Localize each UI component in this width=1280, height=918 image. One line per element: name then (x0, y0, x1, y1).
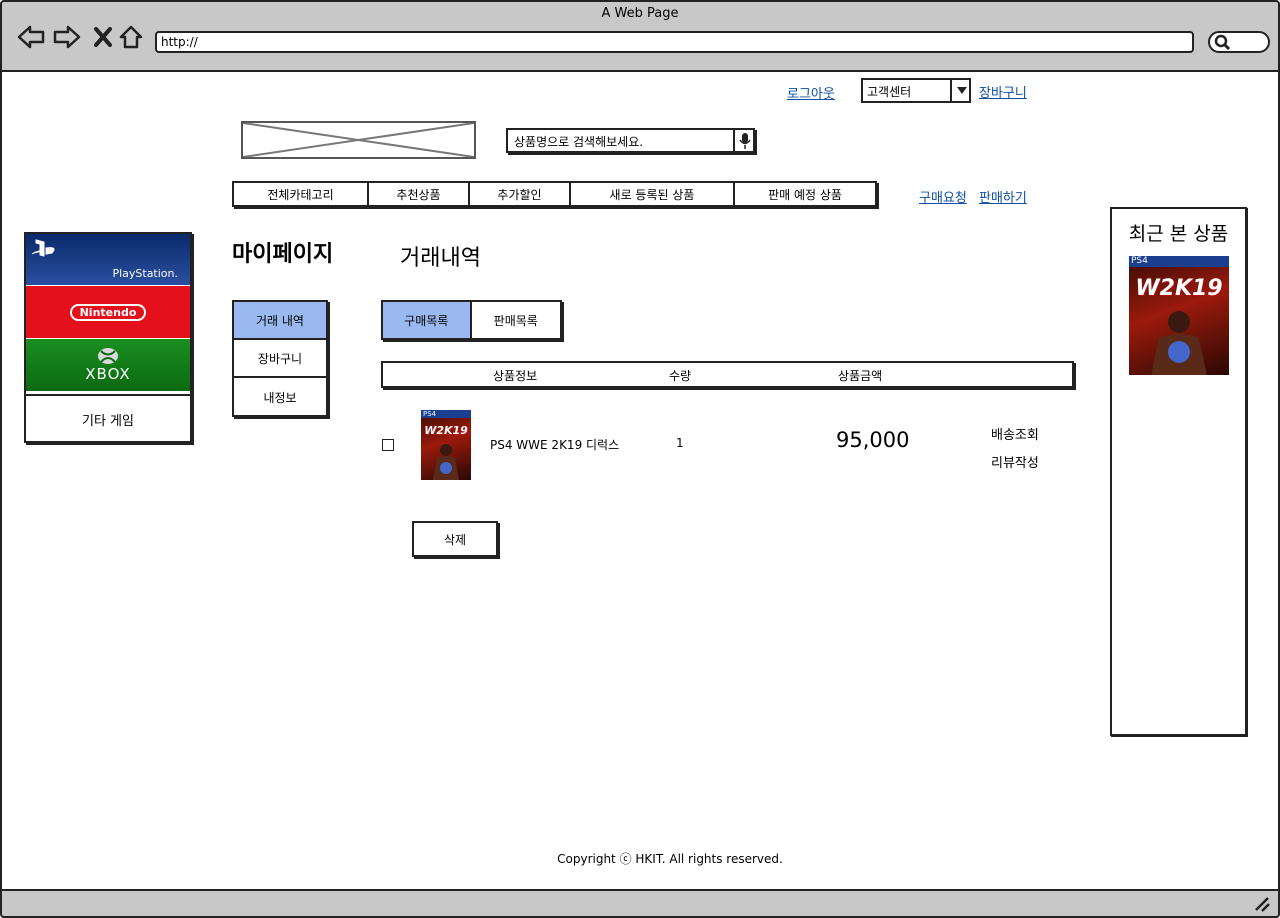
page-title: 마이페이지 (232, 241, 334, 267)
recent-product-thumbnail[interactable]: PS4 W2K19 (1129, 256, 1229, 375)
transaction-tabs: 구매목록 판매목록 (381, 300, 562, 340)
playstation-label: PlayStation. (112, 267, 178, 280)
mypage-menu: 거래 내역 장바구니 내정보 (232, 300, 328, 417)
menu-my-info[interactable]: 내정보 (234, 378, 326, 416)
menu-transactions[interactable]: 거래 내역 (234, 302, 326, 340)
recent-wrestler-figure-icon (1151, 311, 1207, 375)
track-delivery-link[interactable]: 배송조회 (991, 424, 1039, 443)
row-checkbox[interactable] (382, 439, 394, 451)
category-upcoming[interactable]: 판매 예정 상품 (735, 183, 875, 205)
playstation-logo-icon (31, 239, 55, 257)
microphone-icon[interactable] (733, 128, 755, 153)
tab-sales[interactable]: 판매목록 (472, 302, 561, 338)
product-name[interactable]: PS4 WWE 2K19 디럭스 (490, 436, 619, 453)
platform-band: PS4 (421, 410, 471, 418)
recent-cover-logo: W2K19 (1135, 276, 1223, 301)
cover-logo: W2K19 (424, 424, 468, 437)
header-price: 상품금액 (838, 369, 883, 383)
category-recommended[interactable]: 추천상품 (369, 183, 470, 205)
table-header: 상품정보 수량 상품금액 (381, 361, 1074, 388)
tab-purchases[interactable]: 구매목록 (383, 302, 472, 338)
xbox-label: XBOX (85, 365, 131, 383)
purchase-request-link[interactable]: 구매요청 (919, 187, 967, 206)
logout-link[interactable]: 로그아웃 (787, 83, 835, 102)
nintendo-label: Nintendo (69, 303, 147, 321)
product-price: 95,000 (836, 428, 910, 452)
recent-platform-band: PS4 (1129, 256, 1229, 267)
search-input[interactable]: 상품명으로 검색해보세요. (506, 128, 755, 153)
product-quantity: 1 (676, 436, 684, 450)
brand-other-games[interactable]: 기타 게임 (26, 394, 190, 442)
brand-playstation[interactable]: PlayStation. (26, 234, 190, 285)
sell-link[interactable]: 판매하기 (979, 187, 1027, 206)
header-quantity: 수량 (669, 369, 692, 383)
category-all[interactable]: 전체카테고리 (234, 183, 369, 205)
chevron-down-icon[interactable] (950, 78, 971, 103)
recent-products-title: 최근 본 상품 (1128, 223, 1229, 245)
wrestler-figure-icon (433, 444, 459, 480)
recent-products-panel: 최근 본 상품 PS4 W2K19 (1110, 207, 1247, 736)
menu-cart[interactable]: 장바구니 (234, 340, 326, 378)
brand-sidebar: PlayStation. Nintendo XBOX 기타 게임 (24, 232, 192, 443)
brand-nintendo[interactable]: Nintendo (26, 286, 190, 338)
product-thumbnail[interactable]: PS4 W2K19 (421, 410, 471, 480)
header-product-info: 상품정보 (493, 369, 538, 383)
category-nav: 전체카테고리 추천상품 추가할인 새로 등록된 상품 판매 예정 상품 (232, 181, 877, 207)
category-extra-discount[interactable]: 추가할인 (470, 183, 571, 205)
section-title: 거래내역 (400, 246, 481, 271)
brand-xbox[interactable]: XBOX (26, 339, 190, 391)
delete-button[interactable]: 삭제 (412, 521, 498, 557)
cart-link[interactable]: 장바구니 (979, 82, 1027, 101)
logo-placeholder[interactable] (241, 121, 476, 159)
xbox-logo-icon (98, 348, 118, 364)
footer: Copyright ⓒ HKIT. All rights reserved. (557, 852, 783, 866)
category-new-products[interactable]: 새로 등록된 상품 (571, 183, 735, 205)
write-review-link[interactable]: 리뷰작성 (991, 452, 1039, 471)
